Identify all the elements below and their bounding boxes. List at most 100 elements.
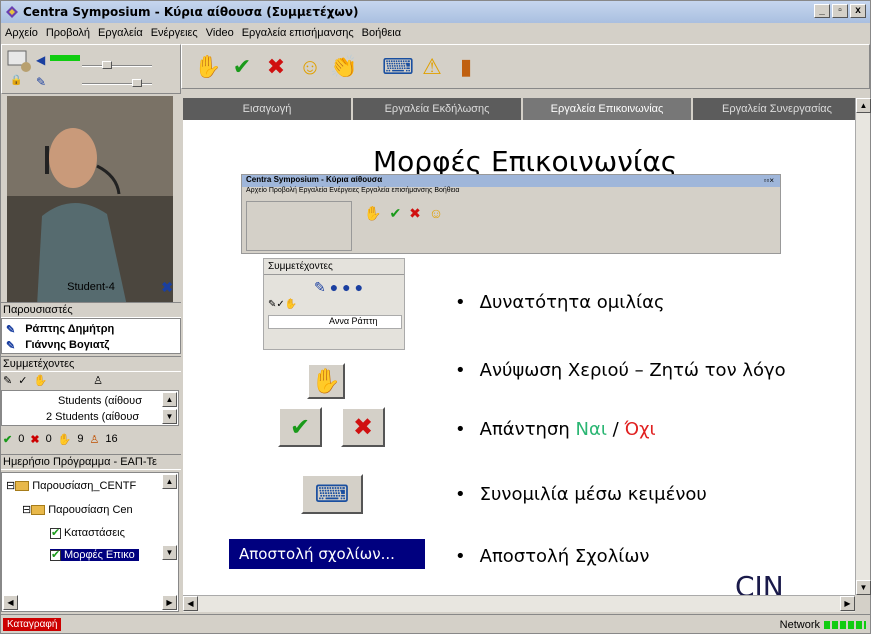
exit-button[interactable]: ▮: [452, 53, 480, 81]
tree-item[interactable]: ⊟ Παρουσίαση Cen: [22, 503, 133, 517]
tab-introduction[interactable]: Εισαγωγή: [183, 98, 353, 120]
window-title: Centra Symposium - Κύρια αίθουσα (Συμμετ…: [23, 5, 359, 19]
mini-audio: [246, 201, 352, 251]
participants-header: Συμμετέχοντες: [1, 356, 181, 372]
tree-item[interactable]: Καταστάσεις: [50, 526, 125, 539]
check-icon: ✓: [18, 375, 28, 387]
tree-item-selected[interactable]: Μορφές Επικο: [50, 548, 139, 561]
student-name: Student-4: [67, 281, 115, 293]
bullet-text-chat: • Συνομιλία μέσω κειμένου: [455, 484, 707, 505]
scroll-down-button[interactable]: ▼: [856, 580, 871, 595]
chat-illustration: ⌨: [301, 474, 363, 514]
bullet-send-comments: • Αποστολή Σχολίων: [455, 546, 650, 567]
scroll-right-button[interactable]: ▶: [840, 596, 855, 611]
tree-scroll-up[interactable]: ▲: [162, 474, 177, 489]
pen-icon: ✎: [3, 375, 13, 387]
text-chat-button[interactable]: ⌨: [382, 53, 414, 81]
hand-count-icon: ✋: [57, 433, 72, 446]
tree-scroll-right[interactable]: ▶: [162, 595, 177, 610]
tree-item-label: Παρουσίαση Cen: [48, 503, 133, 516]
student-label-row: Student-4 ✖: [1, 276, 181, 298]
volume-slider[interactable]: [82, 65, 152, 67]
participants-scroll-down[interactable]: ▼: [162, 409, 177, 424]
tab-collaboration-tools[interactable]: Εργαλεία Συνεργασίας: [693, 98, 863, 120]
check-icon: [50, 548, 61, 561]
lock-icon: 🔒: [10, 75, 23, 86]
participants-scroll-up[interactable]: ▲: [162, 392, 177, 407]
participant-item[interactable]: 2 Students (αίθουσ: [46, 411, 139, 423]
participants-columns: ✎ ✓ ✋ ♙: [3, 374, 179, 388]
collapse-icon[interactable]: ⊟: [6, 479, 15, 492]
laugh-button[interactable]: ☺: [296, 53, 324, 81]
person-icon: ♙: [93, 375, 104, 387]
user-audio-icon: [7, 50, 31, 72]
mini-app-screenshot: Centra Symposium - Κύρια αίθουσα Αρχείο …: [241, 174, 781, 254]
raise-hand-button[interactable]: ✋: [194, 53, 222, 81]
yes-illustration: ✔: [278, 407, 322, 447]
participant-item[interactable]: Students (αίθουσ: [58, 395, 142, 407]
no-count: 0: [45, 433, 52, 445]
menu-file[interactable]: Αρχείο: [5, 27, 38, 39]
alert-button[interactable]: ⚠: [418, 53, 446, 81]
folder-icon: [31, 504, 46, 515]
raise-hand-illustration: ✋: [307, 363, 345, 399]
menu-video[interactable]: Video: [206, 27, 234, 39]
centra-logo: CIN: [735, 570, 784, 595]
send-comments-illustration: Αποστολή σχολίων...: [229, 539, 425, 569]
left-pane: ◀ 🔒 ✎ Student-4 ✖ Παρουσιαστές ✎ Ράπτης …: [1, 44, 181, 614]
maximize-button[interactable]: ▫: [832, 4, 848, 18]
tree-item[interactable]: ⊟ Παρουσίαση_CENTF: [6, 479, 136, 493]
applause-button[interactable]: 👏: [330, 53, 358, 81]
no-count-icon: ✖: [30, 433, 40, 446]
menu-view[interactable]: Προβολή: [46, 27, 90, 39]
menu-help[interactable]: Βοήθεια: [362, 27, 401, 39]
tab-event-tools[interactable]: Εργαλεία Εκδήλωσης: [353, 98, 523, 120]
yes-count-icon: ✔: [3, 433, 13, 446]
menu-bar: Αρχείο Προβολή Εργαλεία Ενέργειες Video …: [1, 23, 870, 43]
menu-markup-tools[interactable]: Εργαλεία επισήμανσης: [242, 27, 354, 39]
mini-win-controls: ▫▫×: [763, 176, 774, 185]
slide-content: Μορφές Επικοινωνίας Centra Symposium - Κ…: [183, 120, 855, 595]
app-window: Centra Symposium - Κύρια αίθουσα (Συμμετ…: [0, 0, 871, 634]
tree-item-label: Μορφές Επικο: [64, 549, 135, 561]
slide-horizontal-scrollbar[interactable]: ◀ ▶: [183, 595, 855, 612]
yes-button[interactable]: ✔: [228, 53, 256, 81]
recording-indicator: Καταγραφή: [3, 618, 62, 631]
response-counts: ✔ 0 ✖ 0 ✋ 9 ♙ 16: [3, 430, 179, 448]
close-video-icon[interactable]: ✖: [161, 279, 173, 296]
volume-slider-thumb[interactable]: [102, 61, 112, 69]
menu-actions[interactable]: Ενέργειες: [151, 27, 198, 39]
network-meter: [824, 620, 866, 629]
presenter-item[interactable]: ✎ Ράπτης Δημήτρη: [6, 321, 114, 337]
scroll-up-button[interactable]: ▲: [856, 98, 871, 113]
close-button[interactable]: x: [850, 4, 866, 18]
app-icon: [6, 6, 18, 18]
video-feed: [7, 96, 173, 306]
no-illustration: ✖: [341, 407, 385, 447]
yes-count: 0: [18, 433, 25, 445]
mini-title: Centra Symposium - Κύρια αίθουσα: [242, 175, 780, 187]
presenter-item[interactable]: ✎ Γιάννης Βογιατζ: [6, 337, 109, 353]
microphone-icon: ✎: [6, 339, 16, 352]
tree-scroll-down[interactable]: ▼: [162, 545, 177, 560]
minimize-button[interactable]: _: [814, 4, 830, 18]
check-icon: [50, 526, 61, 539]
tab-communication-tools[interactable]: Εργαλεία Επικοινωνίας: [523, 98, 693, 120]
tree-scroll-left[interactable]: ◀: [3, 595, 18, 610]
no-button[interactable]: ✖: [262, 53, 290, 81]
people-count-icon: ♙: [89, 433, 100, 446]
video-person-image: [7, 96, 173, 306]
speaker-icon: ◀: [36, 53, 46, 67]
presenter-name: Ράπτης Δημήτρη: [25, 323, 115, 335]
menu-tools[interactable]: Εργαλεία: [98, 27, 143, 39]
bullet-answer: • Απάντηση Ναι / Όχι: [455, 419, 656, 440]
scroll-left-button[interactable]: ◀: [183, 596, 198, 611]
presenters-header: Παρουσιαστές: [1, 302, 181, 318]
title-bar: Centra Symposium - Κύρια αίθουσα (Συμμετ…: [1, 1, 870, 23]
tab-bar: Εισαγωγή Εργαλεία Εκδήλωσης Εργαλεία Επι…: [183, 98, 863, 120]
mic-slider-thumb[interactable]: [132, 79, 142, 87]
presenter-name: Γιάννης Βογιατζ: [25, 339, 110, 351]
collapse-icon[interactable]: ⊟: [22, 503, 31, 516]
slide-vertical-scrollbar[interactable]: ▲ ▼: [855, 98, 871, 595]
participants-list: Students (αίθουσ 2 Students (αίθουσ ▲ ▼: [1, 390, 179, 426]
